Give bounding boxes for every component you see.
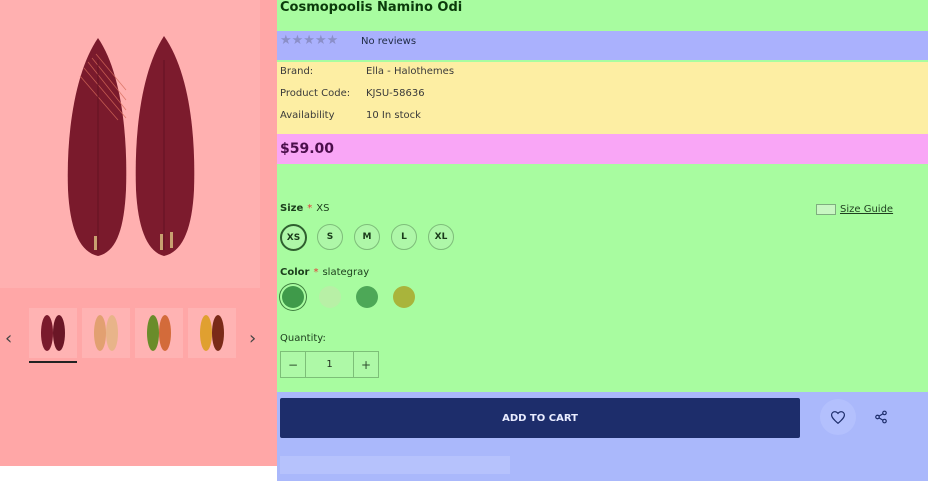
size-option-xs[interactable]: XS <box>280 224 307 251</box>
color-swatch-4[interactable] <box>393 286 415 308</box>
brand-row: Brand: Ella - Halothemes <box>280 66 454 77</box>
secondary-action-placeholder <box>280 456 510 474</box>
gallery-next-button[interactable]: › <box>249 330 256 348</box>
product-gallery: ‹ › <box>0 0 277 466</box>
heart-icon <box>831 410 845 424</box>
quantity-label: Quantity: <box>280 333 326 344</box>
brand-value[interactable]: Ella - Halothemes <box>366 66 454 77</box>
size-option-xl[interactable]: XL <box>428 224 454 250</box>
product-code-value: KJSU-58636 <box>366 88 425 99</box>
quantity-input[interactable]: 1 <box>306 352 353 377</box>
wishlist-button[interactable] <box>820 399 856 435</box>
required-mark: * <box>307 203 313 214</box>
thumbnail-image <box>147 315 171 351</box>
color-swatch-2[interactable] <box>319 286 341 308</box>
product-title: Cosmopoolis Namino Odi <box>280 0 463 15</box>
share-icon <box>875 410 887 424</box>
surfboards-image <box>67 36 195 256</box>
ruler-icon <box>816 204 836 215</box>
product-info-panel: Cosmopoolis Namino Odi ★★★★★ No reviews … <box>277 0 928 481</box>
size-option-label: Size * XS <box>280 203 329 214</box>
thumbnail-1[interactable] <box>29 308 77 363</box>
quantity-decrease-button[interactable]: − <box>281 352 306 377</box>
thumbnail-image <box>41 315 65 351</box>
size-selected-value: XS <box>316 203 330 214</box>
size-label: Size <box>280 203 304 214</box>
thumbnail-3[interactable] <box>135 308 183 358</box>
reviews-count[interactable]: No reviews <box>361 36 416 47</box>
thumbnail-image <box>200 315 224 351</box>
product-code-row: Product Code: KJSU-58636 <box>280 88 425 99</box>
product-price: $59.00 <box>280 141 335 157</box>
color-swatch-3[interactable] <box>356 286 378 308</box>
required-mark: * <box>313 267 319 278</box>
product-code-label: Product Code: <box>280 88 351 99</box>
thumbnail-2[interactable] <box>82 308 130 358</box>
thumbnail-image <box>94 315 118 351</box>
color-swatch-1[interactable] <box>282 286 304 308</box>
quantity-stepper: − 1 + <box>280 351 379 378</box>
color-label: Color <box>280 267 310 278</box>
size-option-m[interactable]: M <box>354 224 380 250</box>
add-to-cart-button[interactable]: ADD TO CART <box>280 398 800 438</box>
thumbnail-4[interactable] <box>188 308 236 358</box>
main-product-image[interactable] <box>0 0 260 288</box>
price-band <box>277 134 928 164</box>
availability-label: Availability <box>280 110 335 121</box>
availability-row: Availability 10 In stock <box>280 110 421 121</box>
size-option-s[interactable]: S <box>317 224 343 250</box>
brand-label: Brand: <box>280 66 314 77</box>
color-selected-value: slategray <box>322 267 370 278</box>
gallery-prev-button[interactable]: ‹ <box>5 330 12 348</box>
size-option-l[interactable]: L <box>391 224 417 250</box>
share-button[interactable] <box>871 407 891 427</box>
color-option-label: Color * slategray <box>280 267 369 278</box>
size-guide-link[interactable]: Size Guide <box>840 204 893 215</box>
availability-value: 10 In stock <box>366 110 421 121</box>
quantity-increase-button[interactable]: + <box>353 352 378 377</box>
rating-stars[interactable]: ★★★★★ <box>280 33 338 48</box>
